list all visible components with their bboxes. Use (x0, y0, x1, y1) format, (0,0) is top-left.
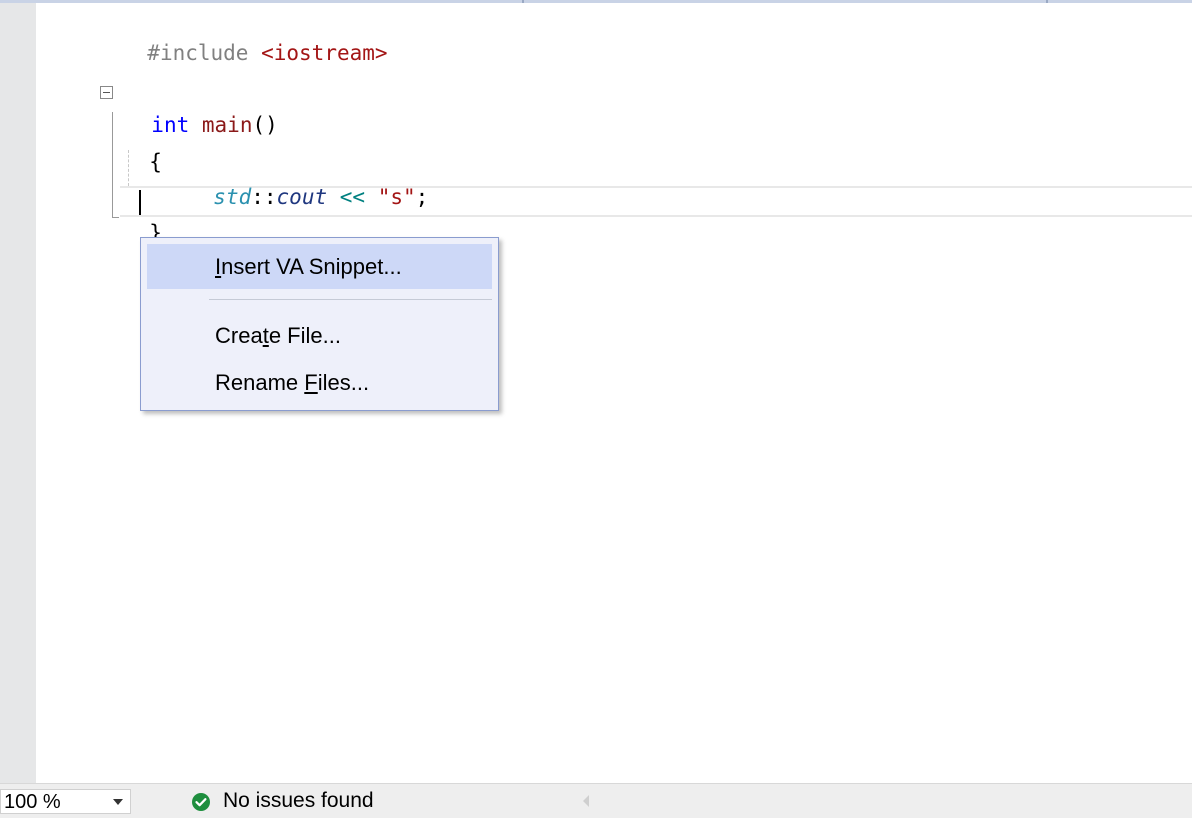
menu-item-rename-files[interactable]: Rename Files... (147, 360, 492, 405)
menu-item-insert-va-snippet[interactable]: Insert VA Snippet... (147, 244, 492, 289)
collapse-toggle-icon[interactable] (100, 86, 113, 99)
context-menu: Insert VA Snippet... Create File... Rena… (140, 237, 499, 411)
parens: () (252, 113, 278, 137)
var-cout: cout (276, 185, 328, 209)
chevron-down-icon[interactable] (113, 799, 123, 805)
check-circle-icon (192, 793, 210, 811)
code-line-3[interactable]: { (124, 117, 162, 174)
menu-item-label: Create File... (215, 323, 341, 348)
fold-guide-line (112, 112, 113, 218)
editor-gutter (0, 3, 36, 783)
menu-item-create-file[interactable]: Create File... (147, 313, 492, 358)
zoom-level: 100 % (4, 791, 61, 813)
zoom-dropdown[interactable]: 100 % (0, 789, 131, 814)
issues-status[interactable]: No issues found (223, 789, 374, 813)
string-literal: "s" (377, 185, 416, 209)
scroll-left-arrow-icon[interactable] (583, 795, 589, 807)
function-name: main (201, 113, 253, 137)
menu-item-label: Rename Files... (215, 370, 370, 395)
include-directive: #include (147, 41, 249, 65)
include-header: <iostream> (261, 41, 388, 65)
fold-guide-end (112, 217, 119, 218)
code-line-1[interactable]: #include <iostream> (122, 8, 387, 65)
editor-status-bar: 100 % No issues found (0, 783, 1192, 818)
code-line-2[interactable]: int main() (126, 80, 277, 137)
menu-item-label: Insert VA Snippet... (215, 254, 402, 279)
menu-separator (209, 299, 492, 300)
code-line-5[interactable]: } (124, 188, 162, 245)
namespace-std: std (213, 185, 252, 209)
text-caret (139, 190, 141, 215)
open-brace: { (149, 150, 162, 174)
code-line-4[interactable]: std::cout << "s"; (188, 152, 428, 209)
stream-operator: << (339, 185, 366, 209)
semicolon: ; (415, 185, 429, 209)
